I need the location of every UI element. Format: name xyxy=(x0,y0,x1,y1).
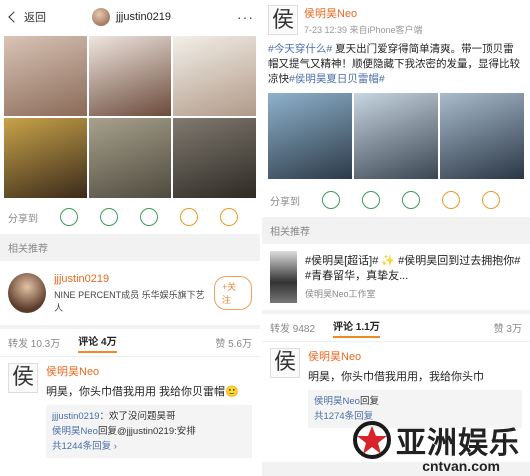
reply-text: 回复@jjjustin0219:安排 xyxy=(97,426,196,437)
qzone-icon[interactable] xyxy=(482,191,500,209)
tab-bar: 转发 9482 评论 1.1万 赞 3万 xyxy=(262,314,530,342)
comment-author[interactable]: 侯明昊Neo xyxy=(308,348,522,364)
photo-1[interactable] xyxy=(268,93,352,179)
reply-box[interactable]: jjjustin0219：欢了没问题昊哥 侯明昊Neo回复@jjjustin02… xyxy=(46,405,252,458)
section-title: 相关推荐 xyxy=(0,234,260,261)
wechat-icon[interactable] xyxy=(322,191,340,209)
more-replies-link[interactable]: 共1244条回复 › xyxy=(52,439,246,454)
hashtag[interactable]: #今天穿什么# xyxy=(268,43,332,55)
star-icon[interactable] xyxy=(442,191,460,209)
moments-icon[interactable] xyxy=(362,191,380,209)
rec-name[interactable]: jjjustin0219 xyxy=(54,273,206,285)
star-logo-icon xyxy=(353,421,391,459)
photo-2[interactable] xyxy=(354,93,438,179)
rec-thumbnail[interactable] xyxy=(270,251,297,303)
top-nav: 返回 jjjustin0219 ··· xyxy=(0,0,260,34)
comment-item: 侯 侯明昊Neo 明昊，你头巾借我用用 我给你贝雷帽🙂 jjjustin0219… xyxy=(0,357,260,476)
avatar[interactable]: 侯 xyxy=(8,363,38,393)
tab-like[interactable]: 赞 5.6万 xyxy=(215,335,252,350)
nav-username[interactable]: jjjustin0219 xyxy=(116,11,171,23)
watermark-logo: 亚洲娱乐 xyxy=(352,418,520,462)
hashtag[interactable]: #侯明昊夏日贝雷帽# xyxy=(289,73,385,85)
right-screenshot: 侯 侯明昊Neo 7-23 12:39 来自iPhone客户端 #今天穿什么# … xyxy=(262,0,530,476)
tab-like[interactable]: 赞 3万 xyxy=(494,320,522,335)
avatar[interactable] xyxy=(92,8,110,26)
share-row: 分享到 xyxy=(0,200,260,234)
post-header: 侯 侯明昊Neo 7-23 12:39 来自iPhone客户端 xyxy=(262,0,530,40)
avatar[interactable]: 侯 xyxy=(270,348,300,378)
avatar[interactable] xyxy=(8,273,47,313)
follow-button[interactable]: +关注 xyxy=(213,276,252,310)
wechat-icon[interactable] xyxy=(60,208,78,226)
watermark-text: 亚洲娱乐 xyxy=(396,426,520,461)
moments-icon[interactable] xyxy=(100,208,118,226)
reply-2: 侯明昊Neo回复@jjjustin0219:安排 xyxy=(52,424,246,439)
reply-author[interactable]: jjjustin0219 xyxy=(52,411,100,422)
photo-3[interactable] xyxy=(173,36,256,116)
section-title: 相关推荐 xyxy=(262,217,530,244)
left-screenshot: 返回 jjjustin0219 ··· 分享到 相关推荐 jjjustin021… xyxy=(0,0,260,476)
reply-author[interactable]: 侯明昊Neo xyxy=(314,396,360,407)
qzone-icon[interactable] xyxy=(220,208,238,226)
share-row: 分享到 xyxy=(262,183,530,217)
back-button[interactable]: 返回 xyxy=(24,9,46,25)
comment-text: 明昊，你头巾借我用用 我给你贝雷帽🙂 xyxy=(46,386,239,398)
star-icon[interactable] xyxy=(180,208,198,226)
photo-grid xyxy=(0,34,260,200)
watermark-url: cntvan.com xyxy=(422,458,500,474)
avatar[interactable]: 侯 xyxy=(268,5,298,35)
photo-3[interactable] xyxy=(440,93,524,179)
more-menu-icon[interactable]: ··· xyxy=(237,9,254,25)
tab-bar: 转发 10.3万 评论 4万 赞 5.6万 xyxy=(0,329,260,357)
post-body: #今天穿什么# 夏天出门爱穿得简单清爽。带一顶贝雷帽又提气又精神！顺便隐藏下我浓… xyxy=(262,40,530,93)
reply-1: 侯明昊Neo回复 xyxy=(314,394,516,409)
tab-repost[interactable]: 转发 9482 xyxy=(270,320,315,335)
back-chevron-icon[interactable] xyxy=(8,11,20,23)
photo-4[interactable] xyxy=(4,118,87,198)
post-author[interactable]: 侯明昊Neo xyxy=(304,5,423,21)
reply-text: ：欢了没问题昊哥 xyxy=(99,411,176,422)
rec-title[interactable]: #侯明昊[超话]# ✨ #侯明昊回到过去拥抱你# #青春留华，真挚友... xyxy=(305,254,522,284)
comment-author[interactable]: 侯明昊Neo xyxy=(46,363,252,379)
reply-1: jjjustin0219：欢了没问题昊哥 xyxy=(52,409,246,424)
qq-icon[interactable] xyxy=(402,191,420,209)
recommend-card[interactable]: jjjustin0219 NINE PERCENT成员 乐华娱乐旗下艺人 +关注 xyxy=(0,261,260,325)
tab-comment[interactable]: 评论 1.1万 xyxy=(333,318,380,338)
rec-source: 侯明昊Neo工作室 xyxy=(304,289,376,299)
reply-text: 回复 xyxy=(359,396,379,407)
recommend-card[interactable]: #侯明昊[超话]# ✨ #侯明昊回到过去拥抱你# #青春留华，真挚友... 侯明… xyxy=(262,244,530,310)
qq-icon[interactable] xyxy=(140,208,158,226)
photo-grid xyxy=(262,93,530,183)
photo-5[interactable] xyxy=(88,118,172,198)
share-label: 分享到 xyxy=(270,196,300,208)
post-meta: 7-23 12:39 来自iPhone客户端 xyxy=(304,24,423,35)
photo-6[interactable] xyxy=(173,118,256,198)
tab-repost[interactable]: 转发 10.3万 xyxy=(8,335,60,350)
photo-1[interactable] xyxy=(4,36,87,116)
tab-comment[interactable]: 评论 4万 xyxy=(78,333,117,353)
comment-text: 明昊，你头巾借我用用，我给你头巾 xyxy=(308,371,484,383)
reply-author[interactable]: 侯明昊Neo xyxy=(52,426,98,437)
photo-2[interactable] xyxy=(88,36,172,116)
rec-desc: NINE PERCENT成员 乐华娱乐旗下艺人 xyxy=(54,289,205,313)
share-label: 分享到 xyxy=(8,213,38,225)
